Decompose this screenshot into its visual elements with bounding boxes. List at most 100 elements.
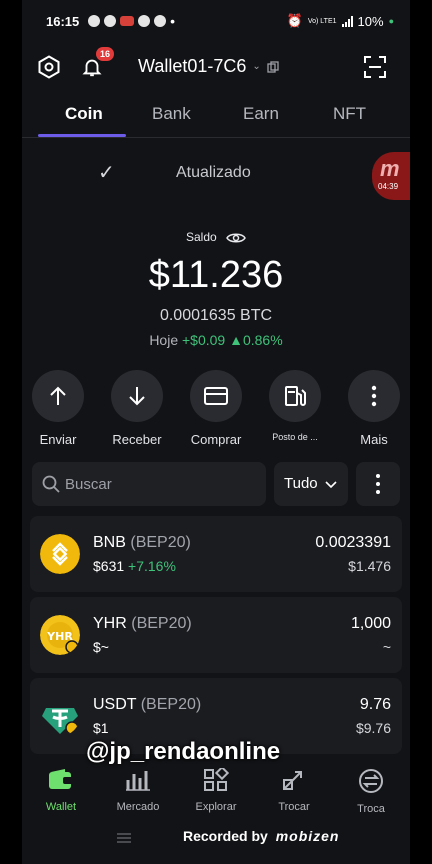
nav-wallet[interactable]: Wallet xyxy=(26,768,96,813)
wallet-name: Wallet01-7C6 xyxy=(138,56,247,76)
filter-dropdown[interactable]: Tudo xyxy=(274,462,348,506)
buy-button[interactable]: Comprar xyxy=(181,370,251,447)
token-name: YHR (BEP20) xyxy=(93,615,192,633)
swap-icon xyxy=(359,769,383,793)
more-notifications-icon: • xyxy=(170,13,175,29)
status-right: ⏰ Vo) LTE1 10% ● xyxy=(287,13,394,29)
menu-lines-icon[interactable] xyxy=(116,832,132,844)
more-circle xyxy=(348,370,400,422)
scan-button[interactable] xyxy=(362,54,388,80)
receive-label: Receber xyxy=(112,432,162,447)
active-tab-indicator xyxy=(38,134,126,137)
capcut-icon xyxy=(154,15,166,27)
token-row-yhr[interactable]: YHR YHR (BEP20) $~ 1,000 ~ xyxy=(30,597,402,673)
nav-market[interactable]: Mercado xyxy=(103,768,173,813)
asset-tabs: Coin Bank Earn NFT xyxy=(22,92,410,138)
nav-market-label: Mercado xyxy=(116,801,160,813)
search-icon xyxy=(42,475,60,493)
token-row-bnb[interactable]: BNB (BEP20) $631 +7.16% 0.0023391 $1.476 xyxy=(30,516,402,592)
chevron-down-icon: ⌄ xyxy=(252,61,261,72)
recorded-by-watermark: Recorded by mobizen xyxy=(183,828,339,844)
send-button[interactable]: Enviar xyxy=(23,370,93,447)
today-change-pct: 0.86% xyxy=(242,332,283,348)
token-price-value: $631 xyxy=(93,558,125,574)
nav-explore[interactable]: Explorar xyxy=(181,765,251,813)
token-amount: 9.76 xyxy=(359,696,391,713)
wallet-selector[interactable]: Wallet01-7C6 ⌄ xyxy=(138,56,279,77)
token-symbol: YHR xyxy=(93,615,127,632)
notifications-button[interactable]: 16 xyxy=(80,47,114,79)
trade-icon xyxy=(283,771,302,790)
wallet-header: 16 Wallet01-7C6 ⌄ xyxy=(22,46,410,90)
tiktok-icon xyxy=(138,15,150,27)
token-value: $1.476 xyxy=(348,558,391,574)
settings-button[interactable] xyxy=(36,54,62,80)
recorder-timer: 04:39 xyxy=(378,182,399,191)
sync-status: ✓ Atualizado xyxy=(22,158,410,188)
tab-bank[interactable]: Bank xyxy=(152,104,191,124)
fuel-label: Posto de ... xyxy=(272,432,318,442)
token-network: (BEP20) xyxy=(140,696,202,713)
more-vertical-icon xyxy=(376,474,380,494)
alarm-icon: ⏰ xyxy=(286,13,303,28)
wallet-icon xyxy=(49,769,73,789)
facebook-icon xyxy=(104,15,116,27)
whatsapp-icon xyxy=(88,15,100,27)
fuel-station-button[interactable]: Posto de ... xyxy=(260,370,330,442)
token-name: USDT (BEP20) xyxy=(93,696,201,714)
card-icon xyxy=(204,387,228,405)
token-price: $631 +7.16% xyxy=(93,558,176,574)
bar-chart-icon xyxy=(126,771,150,791)
token-price-value: $1 xyxy=(93,720,109,736)
scan-icon xyxy=(364,56,386,78)
token-amount: 0.0023391 xyxy=(315,534,391,551)
tab-earn[interactable]: Earn xyxy=(243,104,279,124)
more-button[interactable]: Mais xyxy=(339,370,409,447)
nav-swap-label: Troca xyxy=(357,803,385,815)
token-price-value: $~ xyxy=(93,639,109,655)
screen-recorder-bubble[interactable]: m 04:39 xyxy=(372,152,410,200)
copy-icon[interactable] xyxy=(267,60,279,73)
filter-value: Tudo xyxy=(284,475,318,492)
search-placeholder: Buscar xyxy=(65,476,112,493)
triangle-up-icon: ▲ xyxy=(229,332,243,348)
chevron-down-icon xyxy=(325,481,337,489)
total-balance: $11.236 xyxy=(148,254,284,296)
sync-status-text: Atualizado xyxy=(176,164,251,181)
send-label: Enviar xyxy=(39,432,77,447)
token-price: $~ xyxy=(93,639,109,655)
recorder-logo-icon: m xyxy=(380,156,400,181)
today-label: Hoje xyxy=(149,332,179,348)
check-icon: ✓ xyxy=(98,162,115,184)
nav-swap[interactable]: Troca xyxy=(336,768,406,815)
network-type: Vo) LTE1 xyxy=(307,17,337,25)
usdt-logo-icon xyxy=(42,708,79,735)
quick-actions: Enviar Receber Comprar Posto de ... Mais xyxy=(22,370,410,450)
arrow-down-icon xyxy=(129,387,145,406)
token-price: $1 xyxy=(93,720,109,736)
receive-button[interactable]: Receber xyxy=(102,370,172,447)
balance-label: Saldo xyxy=(22,230,410,245)
search-row: Buscar Tudo xyxy=(22,462,410,506)
nav-wallet-label: Wallet xyxy=(45,801,77,813)
more-vertical-icon xyxy=(371,385,377,407)
token-amount: 1,000 xyxy=(350,615,391,632)
tab-nft[interactable]: NFT xyxy=(333,104,366,124)
search-input[interactable]: Buscar xyxy=(32,462,266,506)
token-value: $9.76 xyxy=(355,720,391,736)
fuel-icon xyxy=(285,386,306,406)
balance-label-text: Saldo xyxy=(185,230,217,244)
tab-coin[interactable]: Coin xyxy=(65,104,103,124)
token-network: (BEP20) xyxy=(131,615,192,632)
nav-explore-label: Explorar xyxy=(195,801,237,813)
eye-icon[interactable] xyxy=(226,231,246,245)
arrow-up-icon xyxy=(50,386,66,405)
nav-trade[interactable]: Trocar xyxy=(259,768,329,813)
buy-circle xyxy=(190,370,242,422)
grid-icon xyxy=(204,765,230,791)
today-change-amount: +$0.09 xyxy=(182,332,226,348)
bottom-navigation: Wallet Mercado Explorar Trocar Troca xyxy=(22,760,410,820)
watermark-text: @jp_rendaonline xyxy=(86,738,281,765)
recorder-brand-logo: mobizen xyxy=(275,828,340,844)
list-options-button[interactable] xyxy=(356,462,400,506)
